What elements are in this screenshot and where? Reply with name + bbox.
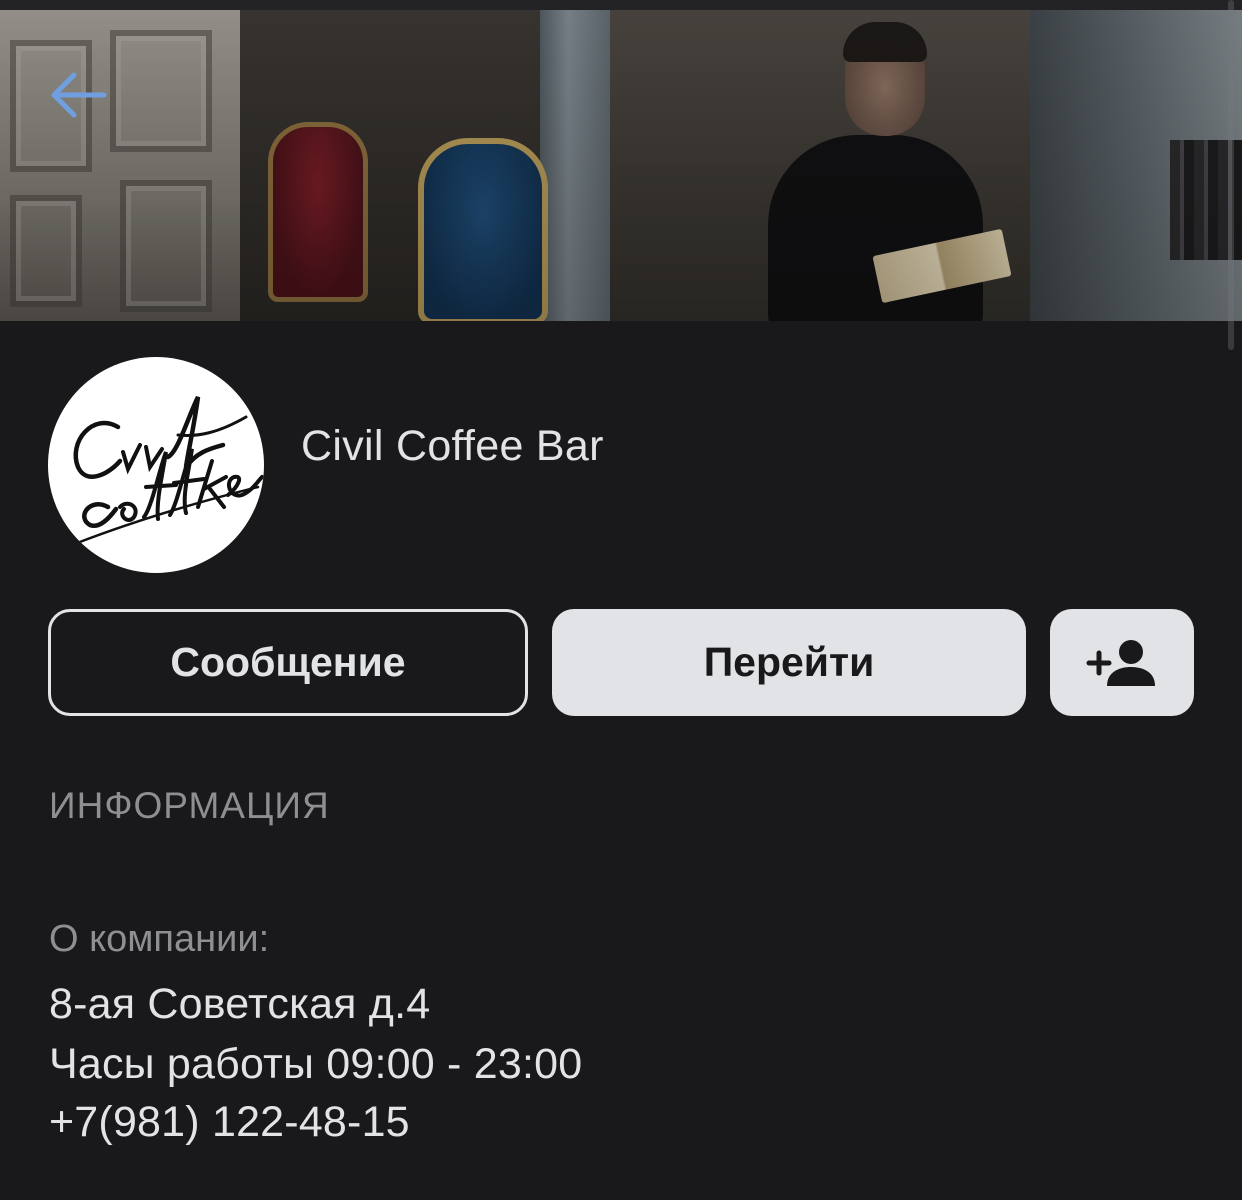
cover-shade (0, 10, 1242, 321)
message-button[interactable]: Сообщение (48, 609, 528, 716)
go-button-label: Перейти (703, 639, 875, 685)
cover-image (0, 10, 1242, 321)
address-text: 8-ая Советская д.4 (49, 980, 431, 1028)
phone-link[interactable]: +7(981) 122-48-15 (49, 1098, 410, 1147)
arrow-left-icon (51, 72, 107, 118)
avatar[interactable] (48, 357, 264, 573)
go-button[interactable]: Перейти (552, 609, 1026, 716)
civil-coffee-logo (70, 395, 264, 547)
person-add-icon (1086, 639, 1155, 686)
community-page: Civil Coffee Bar Сообщение Перейти ИНФОР… (0, 0, 1242, 1200)
section-title-info: ИНФОРМАЦИЯ (49, 785, 330, 826)
page-title: Civil Coffee Bar (301, 422, 604, 470)
hours-text: Часы работы 09:00 - 23:00 (49, 1040, 583, 1088)
about-label: О компании: (49, 918, 270, 960)
status-strip (0, 0, 1242, 10)
add-friend-button[interactable] (1050, 609, 1194, 716)
scrollbar[interactable] (1228, 0, 1234, 350)
back-button[interactable] (44, 64, 114, 126)
message-button-label: Сообщение (170, 639, 406, 685)
